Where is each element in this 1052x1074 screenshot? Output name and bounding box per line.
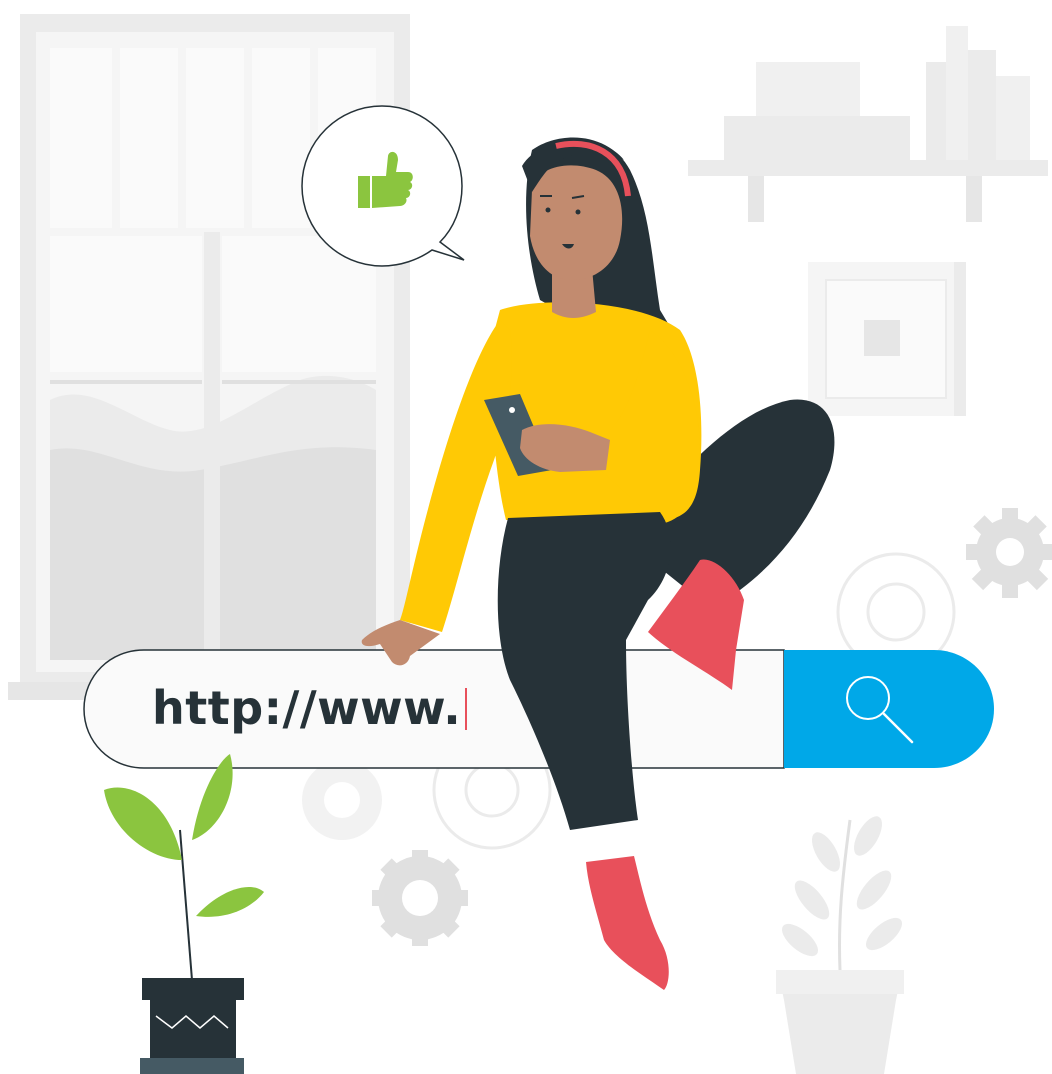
url-text: http://www.	[152, 681, 462, 735]
green-plant	[104, 754, 264, 1074]
illustration-scene: http://www.	[0, 0, 1052, 1074]
text-caret	[465, 688, 468, 730]
search-input[interactable]: http://www.	[152, 676, 468, 740]
